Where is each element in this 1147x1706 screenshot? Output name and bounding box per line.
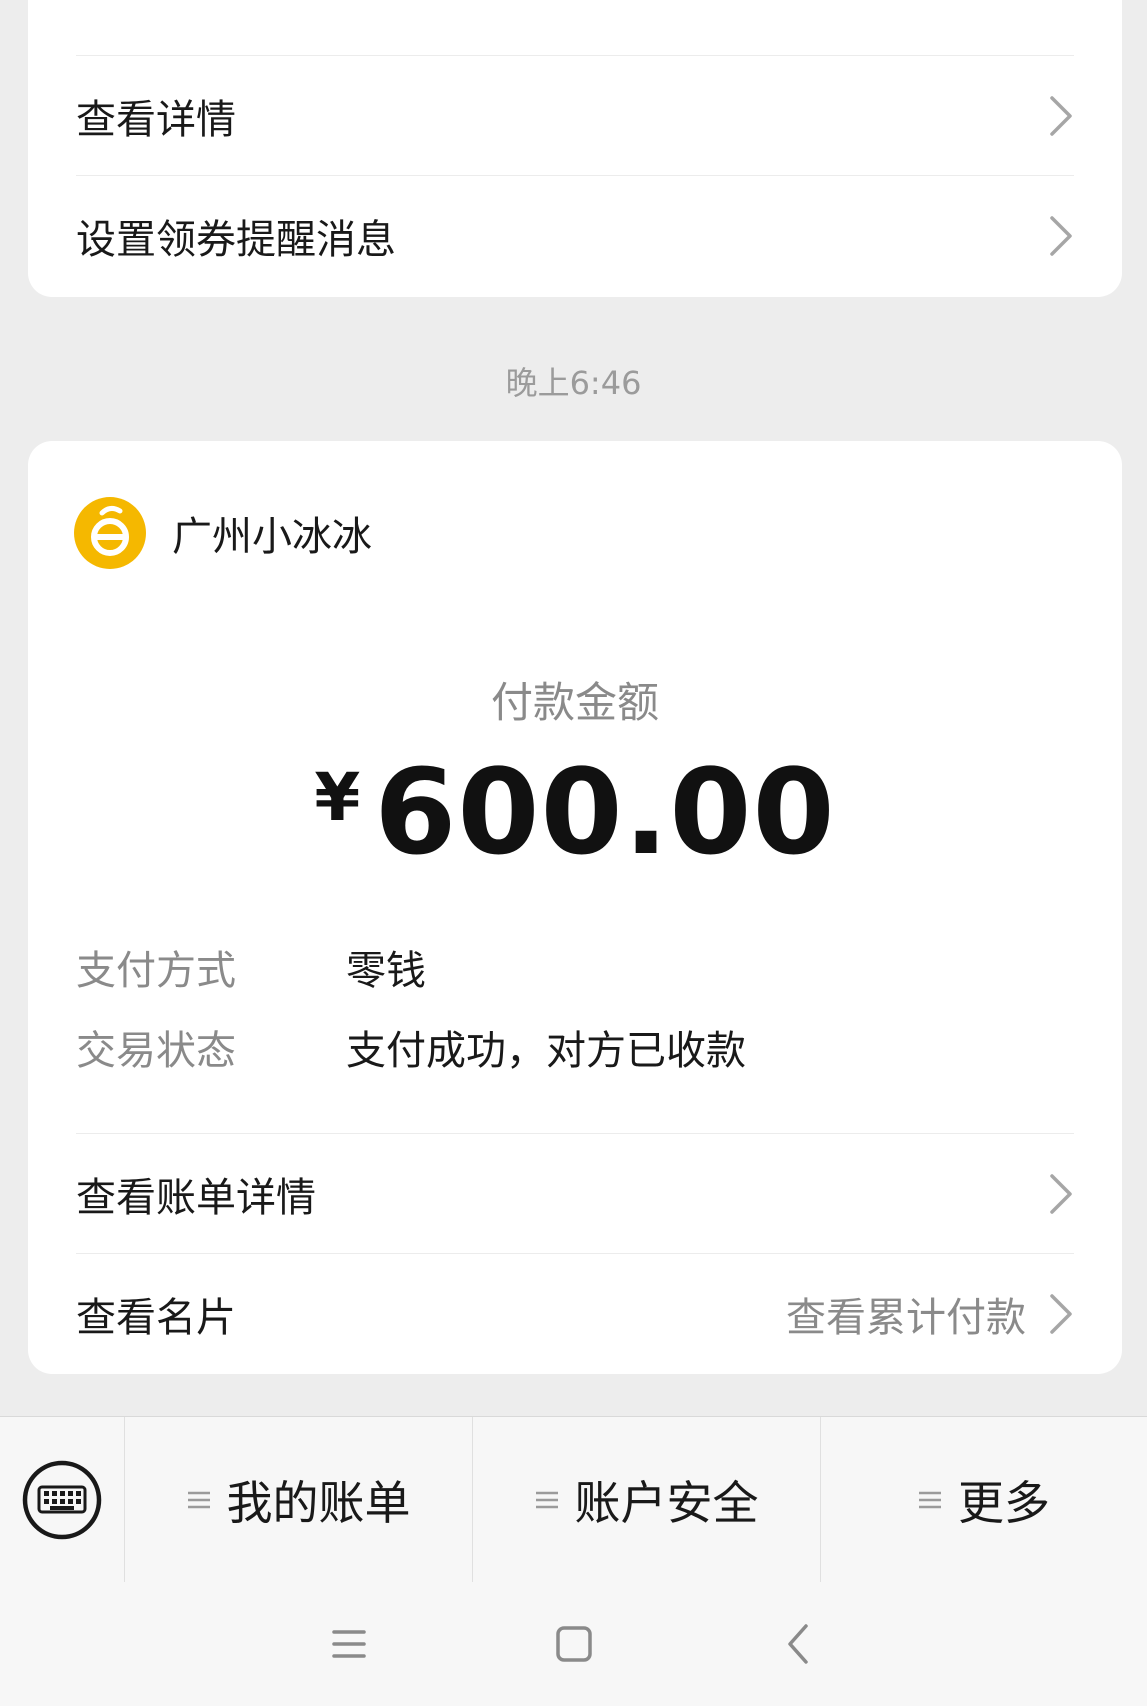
menu-more[interactable]: 更多	[821, 1417, 1147, 1582]
amount-value: 600.00	[374, 743, 836, 881]
payment-card: 广州小冰冰 付款金额 ¥ 600.00 支付方式 零钱 交易状态 支付成功，对方…	[28, 441, 1122, 1374]
chevron-right-icon	[1050, 215, 1072, 256]
service-card: 查看详情 设置领券提醒消息	[28, 0, 1122, 297]
merchant-name: 广州小冰冰	[172, 514, 372, 560]
view-details-label: 查看详情	[76, 96, 236, 143]
menu-more-label: 更多	[958, 1475, 1050, 1530]
view-card-label: 查看名片	[76, 1294, 236, 1341]
keyboard-toggle-button[interactable]	[0, 1417, 125, 1582]
view-card-row[interactable]: 查看名片 查看累计付款	[76, 1253, 1074, 1373]
payment-method-label: 支付方式	[76, 948, 236, 994]
coupon-reminder-label: 设置领券提醒消息	[76, 216, 396, 263]
menu-icon[interactable]	[324, 1619, 374, 1669]
system-navigation-bar	[0, 1582, 1147, 1706]
menu-my-bills-label: 我的账单	[226, 1475, 411, 1530]
home-icon[interactable]	[549, 1619, 599, 1669]
payment-method-detail: 支付方式 零钱	[76, 938, 426, 996]
merchant-header[interactable]: 广州小冰冰	[74, 497, 372, 569]
list-menu-icon	[535, 1491, 558, 1508]
menu-account-security[interactable]: 账户安全	[473, 1417, 821, 1582]
keyboard-icon	[22, 1460, 102, 1539]
coupon-reminder-row[interactable]: 设置领券提醒消息	[76, 175, 1074, 295]
currency-symbol: ¥	[314, 759, 361, 836]
message-timestamp: 晚上6:46	[505, 364, 642, 402]
payment-method-value: 零钱	[346, 948, 426, 994]
view-total-payment-link[interactable]: 查看累计付款	[786, 1285, 1026, 1343]
list-menu-icon	[187, 1491, 210, 1508]
chevron-right-icon	[1050, 1173, 1072, 1214]
list-menu-icon	[919, 1491, 941, 1508]
payment-amount: ¥ 600.00	[28, 753, 1122, 871]
view-bill-details-label: 查看账单详情	[76, 1174, 316, 1221]
view-bill-details-row[interactable]: 查看账单详情	[76, 1133, 1074, 1253]
menu-my-bills[interactable]: 我的账单	[125, 1417, 473, 1582]
merchant-logo-icon	[74, 497, 146, 569]
transaction-status-detail: 交易状态 支付成功，对方已收款	[76, 1018, 746, 1076]
chevron-right-icon	[1050, 95, 1072, 136]
bottom-menu-bar: 我的账单 账户安全 更多	[0, 1416, 1147, 1582]
menu-account-security-label: 账户安全	[574, 1475, 759, 1530]
transaction-status-label: 交易状态	[76, 1028, 236, 1074]
transaction-status-value: 支付成功，对方已收款	[346, 1028, 746, 1074]
back-icon[interactable]	[774, 1619, 824, 1669]
view-details-row[interactable]: 查看详情	[76, 55, 1074, 175]
chevron-right-icon	[1050, 1293, 1072, 1334]
amount-label: 付款金额	[490, 678, 659, 727]
